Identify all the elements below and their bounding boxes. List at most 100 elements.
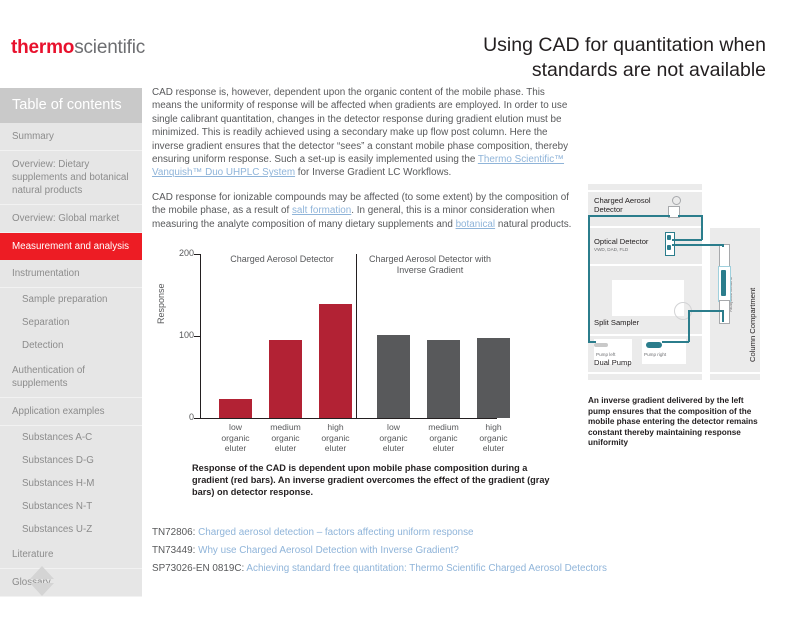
paragraph-2-text-c: natural products. (495, 218, 572, 230)
column-packing-icon (721, 270, 726, 296)
x-label-line: eluter (482, 443, 505, 453)
thermo-scientific-logo: thermoscientific (11, 37, 145, 59)
sidebar-item-sample-preparation[interactable]: Sample preparation (0, 288, 142, 311)
x-label-panel2-1: medium organic eluter (422, 422, 466, 454)
optical-cell-block-top (667, 235, 671, 240)
sidebar-item-substances-a-c[interactable]: Substances A-C (0, 426, 142, 449)
sidebar-item-substances-d-g[interactable]: Substances D-G (0, 449, 142, 472)
tube-pump-left-out (588, 341, 596, 343)
sidebar-item-overview-global-market[interactable]: Overview: Global market (0, 205, 142, 233)
reference-code: SP73026-EN 0819C: (152, 563, 245, 574)
x-label-line: eluter (274, 443, 297, 453)
tube-valve-to-column (688, 310, 724, 312)
label-split-sampler: Split Sampler (594, 318, 640, 327)
botanical-link[interactable]: botanical (456, 219, 496, 230)
sidebar-item-substances-h-m[interactable]: Substances H-M (0, 472, 142, 495)
sidebar-item-measurement-and-analysis[interactable]: Measurement and analysis (0, 233, 142, 260)
tube-column-top-join (722, 244, 724, 247)
label-dual-pump: Dual Pump (594, 358, 632, 367)
toc-list: Summary Overview: Dietary supplements and… (0, 123, 142, 597)
sidebar-item-substances-n-t[interactable]: Substances N-T (0, 495, 142, 518)
logo-thermo-text: thermo (11, 37, 75, 58)
document-page: thermoscientific Using CAD for quantitat… (0, 0, 802, 620)
module-bottom-strip (588, 374, 702, 380)
page-title-line-2: standards are not available (531, 59, 766, 81)
x-label-line: medium (270, 422, 301, 432)
x-label-line: low (387, 422, 400, 432)
y-tick-label-100: 100 (178, 330, 194, 340)
sidebar-item-authentication-of-supplements[interactable]: Authentication of supplements (0, 357, 142, 398)
chart-bars (201, 254, 510, 418)
sidebar-item-glossary[interactable]: Glossary (0, 569, 142, 597)
bar-panel2-low (377, 335, 410, 418)
sidebar-item-application-examples[interactable]: Application examples (0, 398, 142, 426)
column-fitting-bottom (719, 300, 730, 324)
tube-cad-down (701, 215, 703, 240)
reference-title-link[interactable]: Why use Charged Aerosol Detection with I… (195, 545, 459, 556)
chart-caption: Response of the CAD is dependent upon mo… (192, 463, 550, 497)
sidebar-item-summary[interactable]: Summary (0, 123, 142, 151)
y-tick-mark-200 (194, 254, 200, 255)
label-pump-left: Pump left (596, 352, 616, 357)
x-label-panel1-0: low organic eluter (214, 422, 258, 454)
pump-left-icon (594, 343, 608, 347)
salt-formation-link[interactable]: salt formation (292, 205, 351, 216)
toc-header: Table of contents (0, 88, 142, 123)
y-tick-label-200: 200 (178, 248, 194, 258)
bar-panel1-high (319, 304, 352, 418)
x-label-line: organic (379, 432, 408, 443)
x-label-panel2-2: high organic eluter (472, 422, 516, 454)
bar-panel2-medium (427, 340, 460, 418)
x-label-line: medium (428, 422, 459, 432)
sidebar-scroll-controls[interactable] (27, 566, 57, 596)
pump-right-icon (646, 342, 662, 348)
y-tick-label-0: 0 (188, 412, 194, 422)
instrument-flow-diagram: Charged Aerosol Detector Optical Detecto… (588, 184, 760, 382)
x-label-line: organic (271, 432, 300, 443)
label-column-compartment: Column Compartment (748, 287, 757, 362)
reference-item[interactable]: SP73026-EN 0819C: Achieving standard fre… (152, 560, 672, 578)
reference-code: TN73449: (152, 545, 196, 556)
triangle-up-icon[interactable] (30, 566, 54, 579)
bar-panel2-high (477, 337, 510, 418)
label-pump-right: Pump right (644, 352, 667, 357)
tube-left-top (588, 215, 670, 217)
module-top-strip (588, 184, 702, 190)
reference-code: TN72806: (152, 527, 196, 538)
reference-title-link[interactable]: Achieving standard free quantitation: Th… (244, 563, 606, 574)
cad-nebulizer-icon (672, 196, 681, 205)
chart-x-axis (200, 418, 497, 419)
y-tick-mark-100 (194, 336, 200, 337)
optical-cell-block-bottom (667, 245, 671, 250)
x-label-line: organic (321, 432, 350, 443)
sidebar-item-detection[interactable]: Detection (0, 334, 142, 357)
reference-title-link[interactable]: Charged aerosol detection – factors affe… (195, 527, 473, 538)
reference-item[interactable]: TN73449: Why use Charged Aerosol Detecti… (152, 542, 672, 560)
x-label-line: eluter (324, 443, 347, 453)
page-title: Using CAD for quantitation when standard… (326, 33, 766, 83)
label-optical-detector-sub: VWD, DAD, FLD (594, 247, 629, 252)
label-optical-detector: Optical Detector (594, 237, 649, 246)
x-label-line: organic (479, 432, 508, 443)
x-label-line: eluter (432, 443, 455, 453)
sidebar-item-overview-dietary-supplements-and-botanical-natural-products[interactable]: Overview: Dietary supplements and botani… (0, 151, 142, 205)
triangle-down-icon[interactable] (30, 583, 54, 596)
sidebar-item-instrumentation[interactable]: Instrumentation (0, 260, 142, 288)
module-column-bottom-strip (710, 374, 760, 380)
x-label-line: organic (221, 432, 250, 443)
y-tick-mark-0 (194, 418, 200, 419)
tube-cad-inlet (678, 215, 702, 217)
page-title-line-1: Using CAD for quantitation when (483, 34, 766, 56)
sidebar-item-substances-u-z[interactable]: Substances U-Z (0, 518, 142, 541)
sidebar-item-separation[interactable]: Separation (0, 311, 142, 334)
reference-item[interactable]: TN72806: Charged aerosol detection – fac… (152, 524, 672, 542)
x-label-panel2-0: low organic eluter (372, 422, 416, 454)
tube-left-riser (588, 215, 590, 342)
sidebar-item-literature[interactable]: Literature (0, 541, 142, 569)
x-label-line: low (229, 422, 242, 432)
x-label-line: eluter (382, 443, 405, 453)
paragraph-2: CAD response for ionizable compounds may… (152, 191, 572, 231)
reference-list: TN72806: Charged aerosol detection – fac… (152, 524, 672, 578)
tube-valve-down (688, 310, 690, 342)
tube-pump-right-out (662, 341, 689, 343)
